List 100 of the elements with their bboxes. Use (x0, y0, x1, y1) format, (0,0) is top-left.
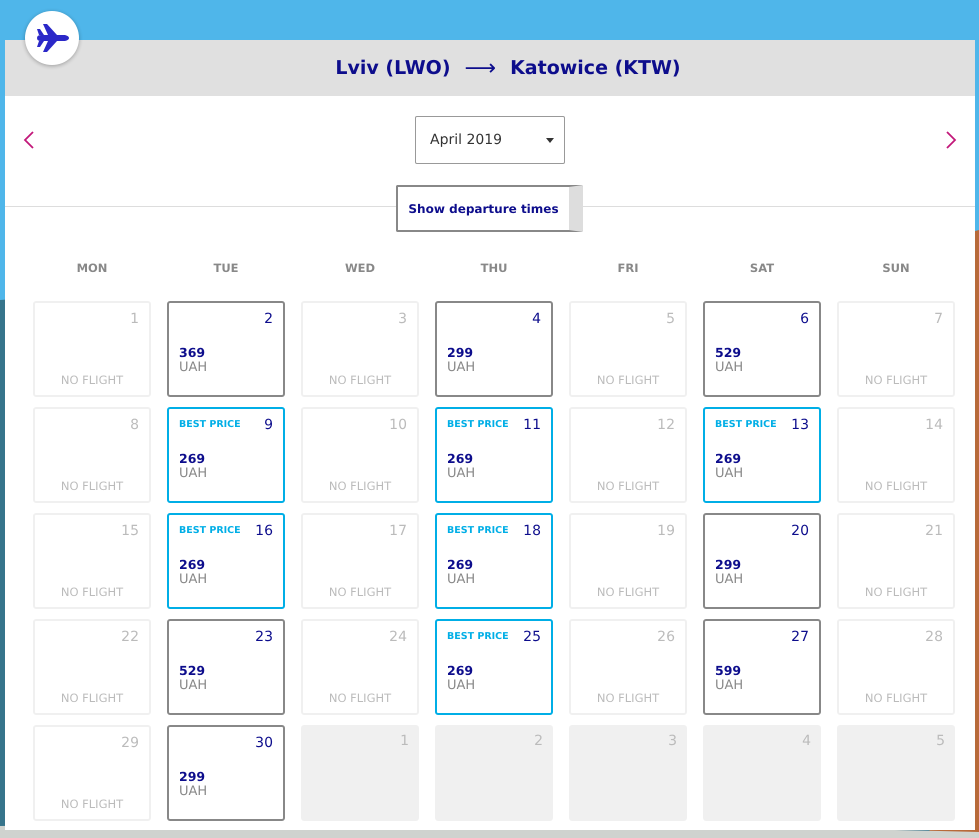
day-number: 17 (389, 523, 407, 539)
month-select[interactable]: April 2019 (415, 116, 565, 164)
best-price-label: BEST PRICE (715, 419, 777, 430)
day-number: 7 (934, 311, 943, 327)
no-flight-label: NO FLIGHT (60, 585, 124, 599)
day-cell[interactable]: 6 529 UAH (703, 301, 821, 397)
day-number: 18 (523, 523, 541, 539)
weekday-label: SAT (748, 261, 776, 277)
day-cell[interactable]: 4 299 UAH (435, 301, 553, 397)
price: 269 (447, 663, 474, 678)
currency: UAH (715, 466, 744, 481)
day-number: 9 (264, 417, 273, 433)
no-flight-label: NO FLIGHT (864, 691, 928, 705)
day-number: 20 (791, 523, 809, 539)
day-number: 13 (791, 417, 809, 433)
day-number: 30 (255, 735, 273, 751)
no-flight-label: NO FLIGHT (328, 691, 392, 705)
no-flight-label: NO FLIGHT (60, 691, 124, 705)
price: 299 (447, 345, 474, 360)
price: 269 (179, 557, 206, 572)
day-cell[interactable]: BEST PRICE 25 269 UAH (435, 619, 553, 715)
day-cell[interactable]: 20 299 UAH (703, 513, 821, 609)
best-price-label: BEST PRICE (447, 525, 509, 536)
currency: UAH (715, 360, 744, 375)
currency: UAH (179, 360, 208, 375)
no-flight-label: NO FLIGHT (596, 585, 660, 599)
currency: UAH (179, 466, 208, 481)
price: 299 (179, 769, 206, 784)
day-number: 6 (800, 311, 809, 327)
day-number: 12 (657, 417, 675, 433)
weekday-label: SUN (881, 261, 911, 277)
caret-icon (546, 138, 554, 142)
day-number: 28 (925, 629, 943, 645)
price: 269 (447, 557, 474, 572)
no-flight-label: NO FLIGHT (60, 373, 124, 387)
no-flight-label: NO FLIGHT (596, 479, 660, 493)
weekday-label: WED (344, 261, 376, 277)
price: 529 (715, 345, 742, 360)
currency: UAH (715, 572, 744, 587)
no-flight-label: NO FLIGHT (864, 373, 928, 387)
day-cell[interactable]: 2 369 UAH (167, 301, 285, 397)
price: 599 (715, 663, 742, 678)
day-cell[interactable]: 30 299 UAH (167, 725, 285, 821)
day-cell[interactable]: BEST PRICE 18 269 UAH (435, 513, 553, 609)
weekday-label: FRI (616, 261, 640, 277)
currency: UAH (447, 678, 476, 693)
day-number: 19 (657, 523, 675, 539)
price: 269 (179, 451, 206, 466)
day-number: 3 (398, 311, 407, 327)
currency: UAH (179, 784, 208, 799)
route-destination: Katowice (KTW) (510, 57, 681, 79)
show-departure-times-button[interactable]: Show departure times (396, 185, 583, 232)
day-number: 4 (532, 311, 541, 327)
best-price-label: BEST PRICE (447, 419, 509, 430)
no-flight-label: NO FLIGHT (60, 479, 124, 493)
day-number: 8 (130, 417, 139, 433)
no-flight-label: NO FLIGHT (328, 373, 392, 387)
day-number: 11 (523, 417, 541, 433)
best-price-label: BEST PRICE (179, 419, 241, 430)
day-cell[interactable]: BEST PRICE 11 269 UAH (435, 407, 553, 503)
day-number: 21 (925, 523, 943, 539)
day-cell[interactable]: BEST PRICE 16 269 UAH (167, 513, 285, 609)
day-number: 27 (791, 629, 809, 645)
no-flight-label: NO FLIGHT (60, 797, 124, 811)
day-cell[interactable]: 23 529 UAH (167, 619, 285, 715)
weekday-label: MON (76, 261, 108, 277)
currency: UAH (447, 572, 476, 587)
route-origin: Lviv (LWO) (335, 57, 451, 79)
day-cell[interactable]: BEST PRICE 9 269 UAH (167, 407, 285, 503)
day-number: 26 (657, 629, 675, 645)
price: 529 (179, 663, 206, 678)
best-price-label: BEST PRICE (447, 631, 509, 642)
no-flight-label: NO FLIGHT (328, 585, 392, 599)
day-number: 29 (121, 735, 139, 751)
day-number: 14 (925, 417, 943, 433)
day-number: 16 (255, 523, 273, 539)
price: 269 (715, 451, 742, 466)
day-cell[interactable]: BEST PRICE 13 269 UAH (703, 407, 821, 503)
route-arrow: ⟶ (464, 56, 496, 80)
weekday-label: THU (480, 261, 508, 277)
price: 369 (179, 345, 206, 360)
day-number: 10 (389, 417, 407, 433)
day-number: 2 (264, 311, 273, 327)
day-number: 25 (523, 629, 541, 645)
airplane-icon (35, 23, 69, 53)
currency: UAH (447, 466, 476, 481)
no-flight-label: NO FLIGHT (596, 691, 660, 705)
currency: UAH (179, 678, 208, 693)
day-number: 5 (666, 311, 675, 327)
day-number: 23 (255, 629, 273, 645)
day-number: 15 (121, 523, 139, 539)
no-flight-label: NO FLIGHT (596, 373, 660, 387)
day-number: 22 (121, 629, 139, 645)
no-flight-label: NO FLIGHT (864, 479, 928, 493)
weekday-label: TUE (212, 261, 240, 277)
day-cell[interactable]: 27 599 UAH (703, 619, 821, 715)
no-flight-label: NO FLIGHT (864, 585, 928, 599)
currency: UAH (715, 678, 744, 693)
day-number: 24 (389, 629, 407, 645)
price: 269 (447, 451, 474, 466)
